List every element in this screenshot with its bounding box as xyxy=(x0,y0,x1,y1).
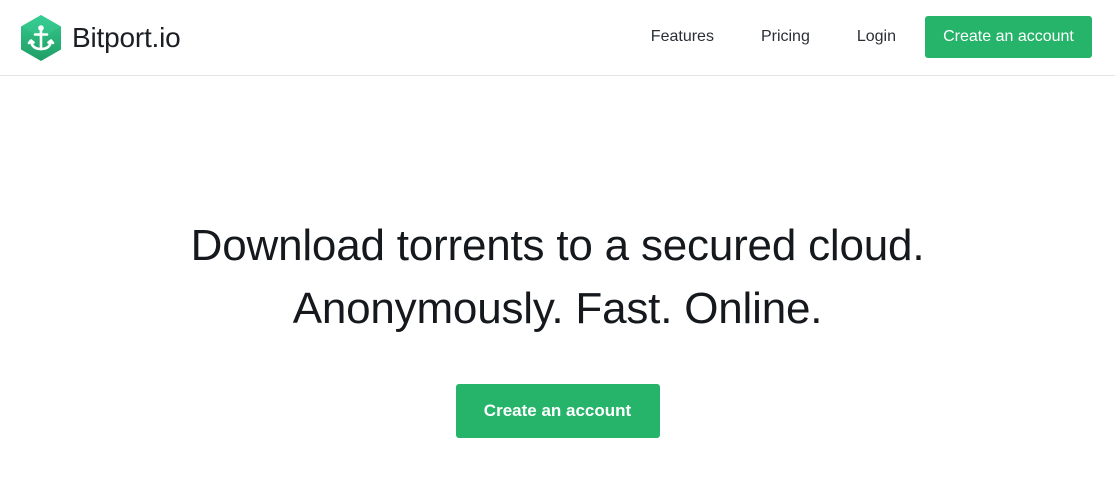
nav-features-link[interactable]: Features xyxy=(651,16,714,58)
nav-pricing-link[interactable]: Pricing xyxy=(761,16,810,58)
hero-section: Download torrents to a secured cloud. An… xyxy=(0,214,1115,340)
hero-headline-line-1: Download torrents to a secured cloud. xyxy=(190,221,925,270)
logo-tld-text: .io xyxy=(151,22,181,53)
anchor-hexagon-icon xyxy=(21,15,61,61)
site-header: Bitport.io Features Pricing Login Create… xyxy=(0,0,1115,76)
logo-link[interactable]: Bitport.io xyxy=(20,14,181,62)
logo-brand-text: Bitport xyxy=(72,22,152,53)
nav-login-link[interactable]: Login xyxy=(857,16,896,58)
hero-create-account-button[interactable]: Create an account xyxy=(455,384,660,438)
main-nav: Features Pricing Login Create an account xyxy=(651,16,1092,58)
header-create-account-button[interactable]: Create an account xyxy=(925,16,1092,58)
hero-headline: Download torrents to a secured cloud. An… xyxy=(0,214,1115,340)
hero-headline-line-2: Anonymously. Fast. Online. xyxy=(292,284,823,333)
logo-wordmark: Bitport.io xyxy=(72,14,181,62)
hero-cta-wrapper: Create an account xyxy=(0,384,1115,438)
